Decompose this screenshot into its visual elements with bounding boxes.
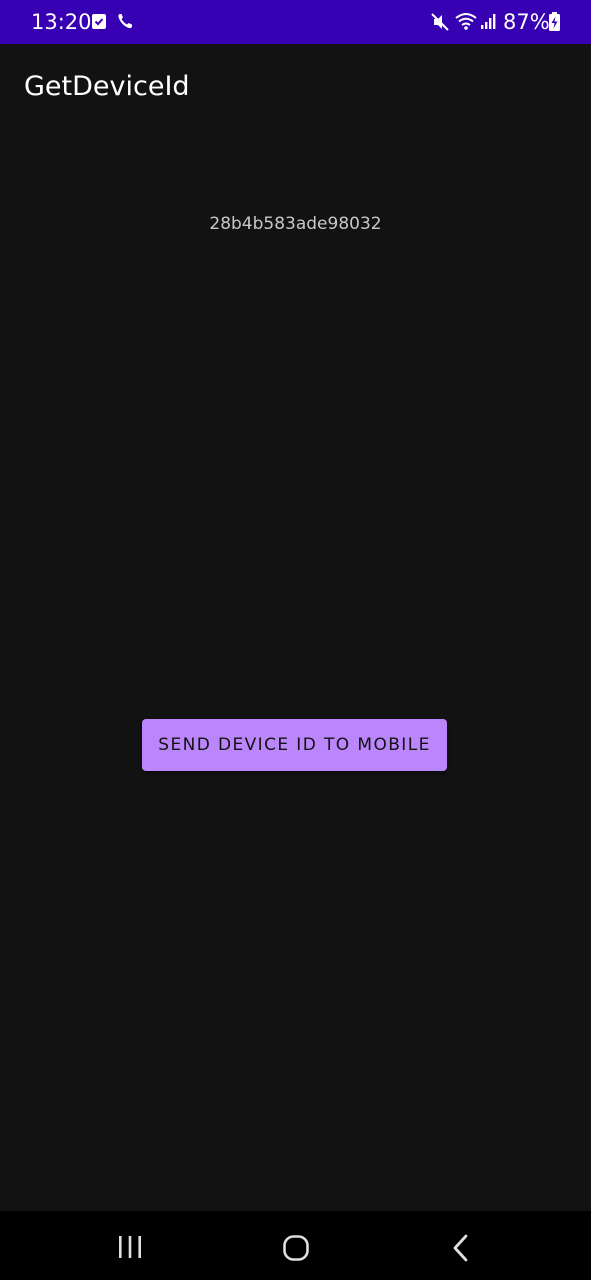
send-device-id-button[interactable]: SEND DEVICE ID TO MOBILE — [142, 719, 447, 771]
app-screen: 13:20 87% GetDeviceId 28b4b583ade98032 S… — [0, 0, 591, 1280]
recent-apps-icon[interactable] — [117, 1235, 143, 1264]
status-bar: 13:20 87% — [0, 0, 591, 44]
signal-icon — [480, 12, 498, 35]
battery-charging-icon — [548, 12, 561, 37]
checkbox-notification-icon — [91, 12, 107, 35]
mute-icon — [430, 12, 450, 37]
battery-percentage: 87% — [503, 10, 550, 34]
back-icon[interactable] — [451, 1234, 471, 1267]
status-time: 13:20 — [31, 10, 92, 34]
navigation-bar — [0, 1211, 591, 1280]
phone-call-icon — [117, 12, 133, 35]
wifi-icon — [454, 11, 478, 36]
device-id-text: 28b4b583ade98032 — [209, 214, 382, 234]
app-title: GetDeviceId — [24, 71, 190, 102]
home-icon[interactable] — [282, 1234, 310, 1267]
